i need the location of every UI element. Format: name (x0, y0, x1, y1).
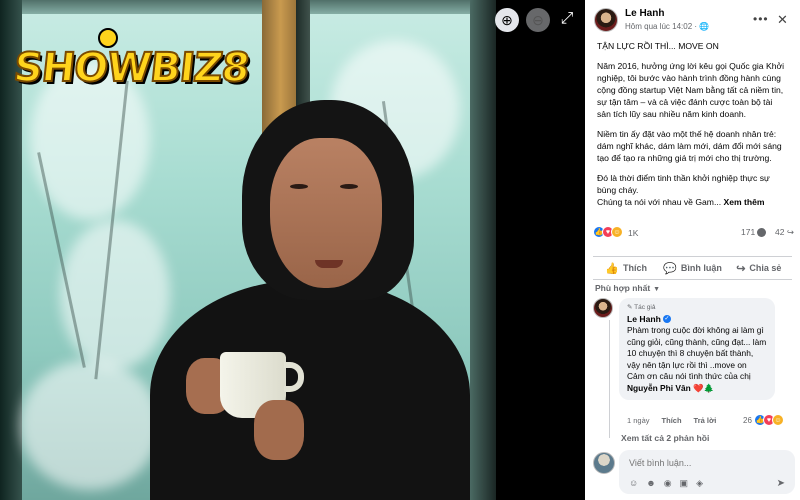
comment-icon: 💬 (663, 262, 677, 275)
eye (340, 184, 358, 189)
comment-reply-button[interactable]: Trả lời (694, 416, 717, 425)
comment-sort-dropdown[interactable]: Phù hợp nhất ▼ (595, 283, 660, 293)
window-frame-top (0, 0, 496, 14)
comment-reaction-count: 26 (743, 415, 752, 425)
eye (290, 184, 308, 189)
mention-link[interactable]: Nguyễn Phi Vân (627, 383, 691, 393)
post-panel: Le Hanh Hôm qua lúc 14:02 · 🌐 ••• ✕ TẬN … (585, 0, 800, 500)
post-paragraph: Năm 2016, hưởng ứng lời kêu gọi Quốc gia… (597, 61, 785, 119)
close-icon[interactable]: ✕ (777, 12, 788, 28)
comment-reactions[interactable]: 26 👍 ♥ ☺ (743, 414, 784, 426)
woman-with-cup (150, 100, 470, 500)
share-icon: ↪ (736, 262, 746, 275)
composer-tools: ☺ ☻ ◉ ▣ ◈ (629, 478, 703, 489)
globe-icon: · 🌐 (694, 22, 710, 31)
post-last-line: Chúng ta nói với nhau về Gam... Xem thêm (597, 196, 788, 208)
author-badge-label: Tác giả (634, 304, 656, 311)
reaction-count[interactable]: 1K (628, 228, 638, 238)
author-badge: ✎ Tác giả (627, 302, 767, 314)
snow-tree (20, 360, 160, 490)
comment-thanks-text: Cảm ơn câu nói tình thức của chị (627, 371, 751, 381)
post-meta: Hôm qua lúc 14:02 · 🌐 (625, 22, 709, 31)
comment-input-box[interactable]: ☺ ☻ ◉ ▣ ◈ ➤ (619, 450, 795, 494)
see-more-link[interactable]: Xem thêm (724, 197, 765, 207)
comment-text: Phàm trong cuộc đời không ai làm gì cũng… (627, 325, 767, 370)
share-label: Chia sẻ (749, 263, 782, 273)
post-body: TẬN LỰC RỒI THÌ... MOVE ON Năm 2016, hưở… (585, 40, 800, 208)
post-timestamp[interactable]: Hôm qua lúc 14:02 (625, 22, 692, 31)
comment-actions: 1 ngày Thích Trả lời (627, 416, 716, 425)
hand (254, 400, 304, 460)
comment-bubble: ✎ Tác giả Le Hanh ✓ Phàm trong cuộc đời k… (619, 298, 775, 400)
care-reaction-icon: ☺ (611, 226, 623, 238)
reaction-bar: 👍 ♥ ☺ 1K 171 42 ↪ (585, 222, 800, 242)
avatar-sticker-icon[interactable]: ☺ (629, 478, 638, 489)
commenter-name[interactable]: Le Hanh (627, 314, 661, 324)
expand-button[interactable]: ⤢ (557, 10, 577, 30)
zoom-in-button[interactable]: ⊕ (495, 8, 519, 32)
thread-line (609, 320, 610, 438)
window-frame-right (470, 0, 496, 500)
showbiz8-logo: SHOWBIZ8 (11, 28, 252, 96)
expand-icon: ⤢ (560, 10, 574, 27)
post-header: Le Hanh Hôm qua lúc 14:02 · 🌐 ••• ✕ (585, 0, 800, 38)
comment-input[interactable] (629, 458, 779, 468)
camera-icon[interactable]: ◉ (664, 478, 672, 489)
logo-text: SHOWBIZ8 (11, 44, 252, 92)
comment-composer: ☺ ☻ ◉ ▣ ◈ ➤ (591, 450, 795, 496)
chevron-down-icon: ▼ (653, 286, 661, 293)
emoji-icon[interactable]: ☻ (646, 478, 655, 489)
zoom-out-button[interactable]: ⊖ (526, 8, 550, 32)
zoom-out-icon: ⊖ (532, 11, 544, 28)
care-reaction-icon: ☺ (771, 414, 784, 426)
zoom-in-icon: ⊕ (501, 11, 513, 28)
author-avatar[interactable] (594, 8, 618, 32)
like-button[interactable]: 👍 Thích (593, 257, 659, 279)
comment-emoji: ❤️🌲 (693, 382, 714, 393)
comment-time[interactable]: 1 ngày (627, 416, 650, 425)
comment-label: Bình luận (680, 263, 722, 273)
comment-thanks-line: Cảm ơn câu nói tình thức của chị Nguyễn … (627, 371, 767, 394)
post-paragraph: Đó là thời điểm tinh thần khởi nghiệp th… (597, 173, 770, 195)
sort-label: Phù hợp nhất (595, 283, 651, 293)
verified-badge-icon: ✓ (662, 315, 671, 324)
comment-like-button[interactable]: Thích (662, 416, 682, 425)
post-actions: 👍 Thích 💬 Bình luận ↪ Chia sẻ (593, 256, 792, 280)
photo-viewer: SHOWBIZ8 ⊕ ⊖ ⤢ (0, 0, 585, 500)
post-paragraph: Niềm tin ấy đặt vào một thế hệ doanh nhâ… (597, 129, 782, 163)
microphone-icon (98, 28, 118, 48)
share-arrow-icon: ↪ (784, 227, 794, 237)
comment-bubble-icon (757, 228, 767, 238)
author-name[interactable]: Le Hanh (625, 8, 664, 19)
send-icon[interactable]: ➤ (777, 478, 785, 489)
thumbs-up-icon: 👍 (605, 262, 620, 275)
view-all-replies-link[interactable]: Xem tất cả 2 phản hồi (621, 433, 709, 443)
sticker-icon[interactable]: ◈ (696, 478, 703, 489)
comment-count-value: 171 (741, 227, 756, 237)
commenter-line: Le Hanh ✓ (627, 314, 767, 326)
like-label: Thích (623, 263, 648, 273)
gif-icon[interactable]: ▣ (680, 478, 689, 489)
my-avatar[interactable] (593, 452, 615, 474)
post-truncated-text: Chúng ta nói với nhau về Gam... (597, 197, 722, 207)
reaction-icons[interactable]: 👍 ♥ ☺ (593, 226, 623, 238)
comment-button[interactable]: 💬 Bình luận (659, 257, 725, 279)
post-title-line: TẬN LỰC RỒI THÌ... MOVE ON (597, 41, 719, 51)
commenter-avatar[interactable] (593, 298, 613, 318)
share-count[interactable]: 42 ↪ (775, 227, 794, 238)
more-options-icon[interactable]: ••• (753, 12, 769, 26)
smile (315, 260, 343, 268)
share-button[interactable]: ↪ Chia sẻ (726, 257, 792, 279)
comment-count[interactable]: 171 (741, 227, 767, 238)
